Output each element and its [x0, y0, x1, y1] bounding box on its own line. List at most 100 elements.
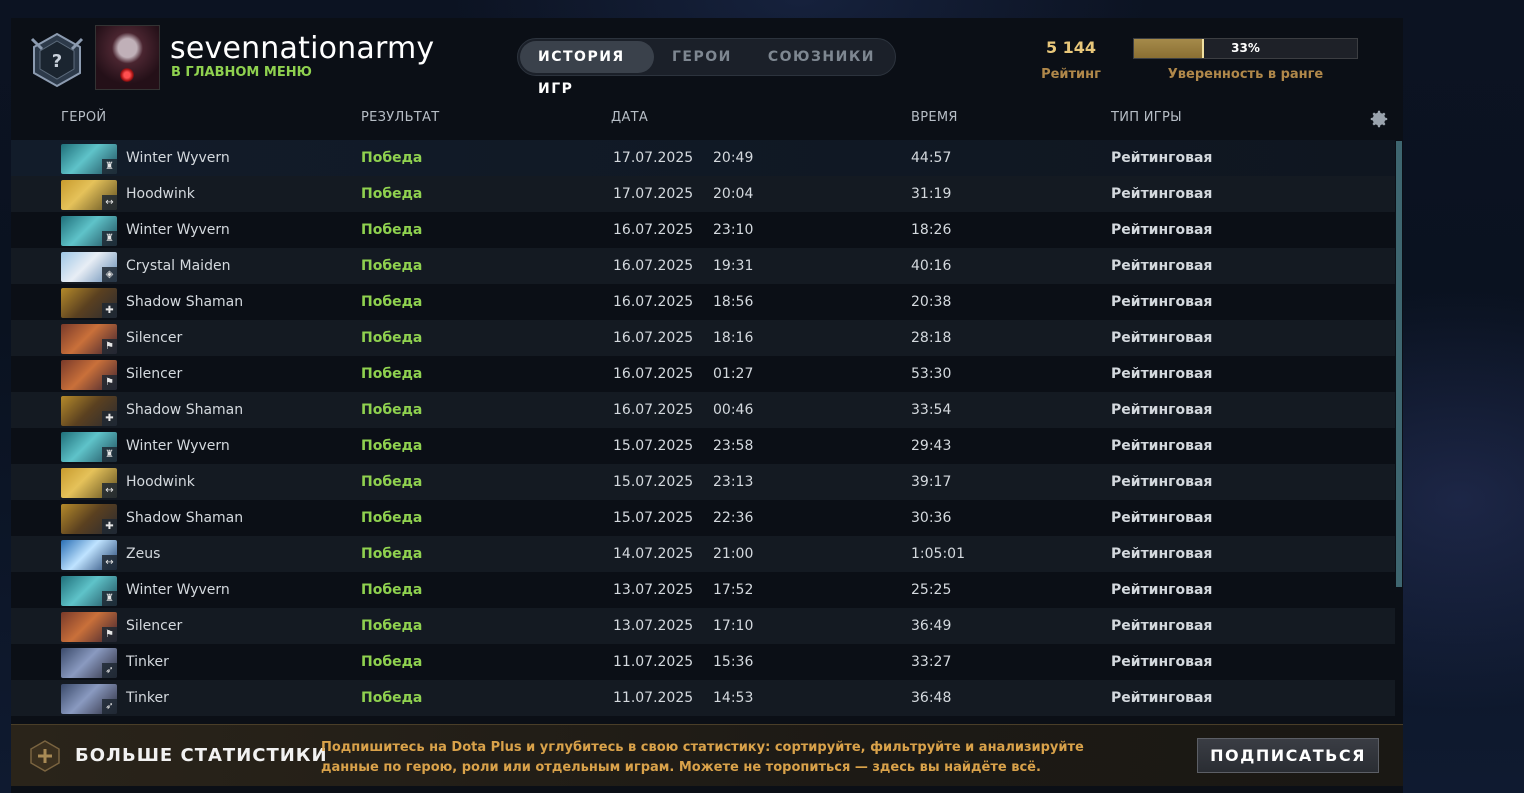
match-duration: 33:27	[911, 654, 952, 670]
hero-name: Silencer	[126, 618, 183, 634]
table-row[interactable]: ➶ Tinker Победа 11.07.2025 15:36 33:27 Рейтинг…	[11, 644, 1395, 680]
game-type: Рейтинговая	[1111, 510, 1213, 526]
hero-name: Silencer	[126, 366, 183, 382]
tab-match-history[interactable]: ИСТОРИЯ ИГР	[520, 41, 654, 97]
match-result: Победа	[361, 402, 423, 418]
column-hero: ГЕРОЙ	[61, 110, 107, 125]
match-date: 11.07.2025	[613, 654, 694, 670]
match-date: 16.07.2025	[613, 258, 694, 274]
game-type: Рейтинговая	[1111, 186, 1213, 202]
shield-icon: ◈	[102, 267, 117, 282]
match-duration: 36:48	[911, 690, 952, 706]
tab-heroes[interactable]: ГЕРОИ	[654, 41, 750, 73]
match-start-time: 22:36	[713, 510, 754, 526]
match-date: 13.07.2025	[613, 582, 694, 598]
table-row[interactable]: ✚ Shadow Shaman Победа 16.07.2025 18:56 20:38…	[11, 284, 1395, 320]
match-duration: 36:49	[911, 618, 952, 634]
table-row[interactable]: ⚑ Silencer Победа 16.07.2025 18:16 28:18 Рейти…	[11, 320, 1395, 356]
table-row[interactable]: ♜ Winter Wyvern Победа 16.07.2025 23:10 18:26…	[11, 212, 1395, 248]
table-row[interactable]: ↔ Hoodwink Победа 17.07.2025 20:04 31:19 Рейти…	[11, 176, 1395, 212]
hero-name: Silencer	[126, 330, 183, 346]
table-row[interactable]: ♜ Winter Wyvern Победа 17.07.2025 20:49 44:57…	[11, 140, 1395, 176]
table-row[interactable]: ↔ Zeus Победа 14.07.2025 21:00 1:05:01 Рейтинг…	[11, 536, 1395, 572]
match-date: 15.07.2025	[613, 474, 694, 490]
match-duration: 53:30	[911, 366, 952, 382]
table-row[interactable]: ♜ Winter Wyvern Победа 15.07.2025 23:58 29:43…	[11, 428, 1395, 464]
match-start-time: 23:13	[713, 474, 754, 490]
flag-icon: ⚑	[102, 627, 117, 642]
rank-confidence-percent: 33%	[1231, 41, 1260, 55]
match-date: 13.07.2025	[613, 618, 694, 634]
hero-name: Zeus	[126, 546, 161, 562]
hero-portrait: ♜	[61, 432, 117, 462]
table-row[interactable]: ♜ Winter Wyvern Победа 13.07.2025 17:52 25:25…	[11, 572, 1395, 608]
match-duration: 1:05:01	[911, 546, 965, 562]
match-duration: 44:57	[911, 150, 952, 166]
tab-allies[interactable]: СОЮЗНИКИ	[750, 41, 893, 73]
match-start-time: 00:46	[713, 402, 754, 418]
hero-portrait: ♜	[61, 576, 117, 606]
flag-icon: ⚑	[102, 339, 117, 354]
game-type: Рейтинговая	[1111, 474, 1213, 490]
match-start-time: 20:49	[713, 150, 754, 166]
support-icon: ✚	[102, 303, 117, 318]
match-start-time: 23:58	[713, 438, 754, 454]
hero-name: Shadow Shaman	[126, 510, 244, 526]
match-start-time: 20:04	[713, 186, 754, 202]
hero-portrait: ↔	[61, 180, 117, 210]
hero-name: Winter Wyvern	[126, 150, 230, 166]
table-row[interactable]: ✚ Shadow Shaman Победа 15.07.2025 22:36 30:36…	[11, 500, 1395, 536]
match-result: Победа	[361, 186, 423, 202]
hero-name: Hoodwink	[126, 474, 195, 490]
subscribe-button[interactable]: ПОДПИСАТЬСЯ	[1197, 738, 1379, 773]
rank-medal-icon[interactable]: ?	[28, 31, 86, 89]
rank-confidence-bar: 33%	[1133, 38, 1358, 59]
rating-label: Рейтинг	[1041, 67, 1101, 82]
game-type: Рейтинговая	[1111, 582, 1213, 598]
profile-panel: ? sevennationarmy В ГЛАВНОМ МЕНЮ ИСТОРИЯ…	[11, 18, 1403, 793]
match-duration: 29:43	[911, 438, 952, 454]
match-result: Победа	[361, 150, 423, 166]
match-result: Победа	[361, 330, 423, 346]
hero-portrait: ⚑	[61, 612, 117, 642]
table-row[interactable]: ↔ Hoodwink Победа 15.07.2025 23:13 39:17 Рейти…	[11, 464, 1395, 500]
game-type: Рейтинговая	[1111, 546, 1213, 562]
username: sevennationarmy	[170, 31, 435, 66]
match-duration: 18:26	[911, 222, 952, 238]
game-type: Рейтинговая	[1111, 654, 1213, 670]
match-result: Победа	[361, 654, 423, 670]
hero-portrait: ➶	[61, 684, 117, 714]
match-result: Победа	[361, 294, 423, 310]
game-type: Рейтинговая	[1111, 222, 1213, 238]
hero-name: Shadow Shaman	[126, 402, 244, 418]
match-start-time: 23:10	[713, 222, 754, 238]
hero-portrait: ✚	[61, 504, 117, 534]
hero-portrait: ♜	[61, 144, 117, 174]
table-row[interactable]: ➶ Tinker Победа 11.07.2025 14:53 36:48 Рейтинг…	[11, 680, 1395, 716]
hero-name: Hoodwink	[126, 186, 195, 202]
profile-header: ? sevennationarmy В ГЛАВНОМ МЕНЮ ИСТОРИЯ…	[11, 18, 1403, 102]
hero-portrait: ♜	[61, 216, 117, 246]
match-start-time: 18:56	[713, 294, 754, 310]
match-result: Победа	[361, 582, 423, 598]
match-result: Победа	[361, 546, 423, 562]
table-row[interactable]: ⚑ Silencer Победа 16.07.2025 01:27 53:30 Рейти…	[11, 356, 1395, 392]
match-duration: 39:17	[911, 474, 952, 490]
runner-icon: ➶	[102, 663, 117, 678]
runner-icon: ➶	[102, 699, 117, 714]
match-start-time: 01:27	[713, 366, 754, 382]
match-date: 15.07.2025	[613, 510, 694, 526]
table-row[interactable]: ✚ Shadow Shaman Победа 16.07.2025 00:46 33:54…	[11, 392, 1395, 428]
game-type: Рейтинговая	[1111, 366, 1213, 382]
match-result: Победа	[361, 366, 423, 382]
gear-icon[interactable]	[1368, 108, 1390, 130]
hero-portrait: ✚	[61, 396, 117, 426]
table-row[interactable]: ◈ Crystal Maiden Победа 16.07.2025 19:31 40:1…	[11, 248, 1395, 284]
match-date: 16.07.2025	[613, 402, 694, 418]
match-start-time: 14:53	[713, 690, 754, 706]
match-result: Победа	[361, 618, 423, 634]
avatar[interactable]	[95, 25, 160, 90]
scrollbar[interactable]	[1396, 141, 1402, 587]
table-row[interactable]: ⚑ Silencer Победа 13.07.2025 17:10 36:49 Рейти…	[11, 608, 1395, 644]
match-date: 16.07.2025	[613, 222, 694, 238]
